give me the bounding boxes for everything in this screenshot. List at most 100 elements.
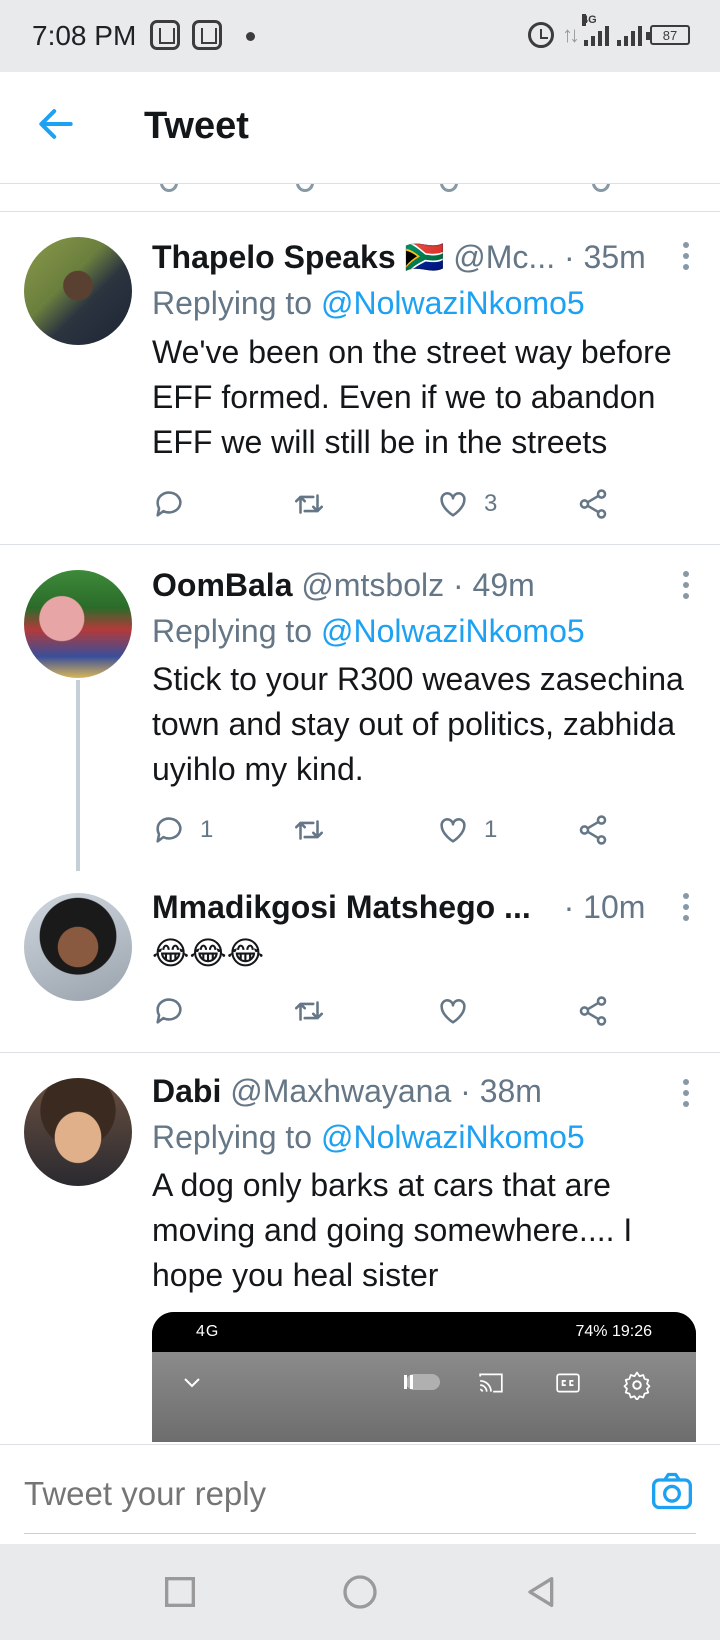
reply-button[interactable] (152, 991, 200, 1031)
app-bar: Tweet (0, 72, 720, 184)
retweet-icon (294, 1001, 324, 1021)
retweet-button[interactable] (292, 810, 340, 850)
tweet-actions: 1 1 (152, 810, 622, 850)
reply-button[interactable] (152, 484, 200, 524)
replying-handle[interactable]: @NolwaziNkomo5 (321, 1119, 585, 1155)
share-button[interactable] (576, 484, 610, 524)
like-button[interactable]: 3 (436, 484, 497, 524)
reply-icon (156, 998, 182, 1024)
retweet-button[interactable] (292, 991, 340, 1031)
retweet-icon (294, 820, 324, 840)
thread-connector (76, 680, 80, 892)
composer-underline (24, 1533, 696, 1534)
reply-icon (156, 491, 182, 517)
share-button[interactable] (576, 810, 610, 850)
battery-level: 87 (662, 27, 678, 43)
heart-icon (440, 492, 466, 517)
tweet-actions: 3 (152, 484, 622, 524)
avatar[interactable] (24, 570, 132, 678)
replying-label: Replying to (152, 285, 321, 321)
system-nav-bar (0, 1544, 720, 1640)
media-video-frame[interactable] (152, 1352, 696, 1442)
signal-icon: 4G (582, 14, 609, 46)
recents-square-icon[interactable] (160, 1572, 200, 1612)
page-title: Tweet (144, 105, 249, 147)
status-bar: 7:08 PM ↑↓ 4G 87 (0, 0, 720, 72)
more-options-icon[interactable] (682, 893, 690, 929)
author-name[interactable]: Dabi (152, 1073, 221, 1109)
tweet-text: A dog only barks at cars that are moving… (152, 1167, 633, 1293)
tweet[interactable]: Mmadikgosi Matshego ... · 10m 😂😂😂 (0, 871, 720, 1053)
tweet-header: Dabi @Maxhwayana · 38m (152, 1073, 660, 1110)
share-icon (579, 996, 607, 1026)
more-options-icon[interactable] (682, 1079, 690, 1115)
tweet-header: Mmadikgosi Matshego ... · 10m (152, 889, 660, 926)
captions-icon[interactable] (554, 1370, 582, 1396)
like-button[interactable] (436, 991, 484, 1031)
more-options-icon[interactable] (682, 571, 690, 607)
tweet[interactable]: Thapelo Speaks 🇿🇦 @Mc... · 35m Replying … (0, 212, 720, 545)
settings-gear-icon[interactable] (622, 1370, 652, 1400)
chevron-down-icon[interactable] (180, 1370, 204, 1394)
pause-toggle-icon[interactable] (398, 1370, 442, 1394)
more-notifications-dot-icon (246, 32, 255, 41)
author-name[interactable]: Thapelo Speaks (152, 239, 396, 275)
replying-handle[interactable]: @NolwaziNkomo5 (321, 285, 585, 321)
tweet[interactable]: OomBala @mtsbolz · 49m Replying to @Nolw… (0, 545, 720, 871)
author-name[interactable]: OomBala (152, 567, 292, 603)
author-meta: @mtsbolz · 49m (301, 567, 535, 603)
heart-icon (440, 818, 466, 843)
reply-input[interactable] (24, 1475, 584, 1513)
back-arrow-icon[interactable] (34, 102, 78, 146)
tweet-header: OomBala @mtsbolz · 49m (152, 567, 660, 604)
tweet-header: Thapelo Speaks 🇿🇦 @Mc... · 35m (152, 238, 660, 276)
tweet-actions (152, 991, 622, 1031)
reply-composer (0, 1444, 720, 1544)
tweet-text: 😂😂😂 (152, 935, 265, 971)
cast-icon[interactable] (476, 1370, 506, 1396)
flag-icon: 🇿🇦 (404, 239, 445, 275)
avatar[interactable] (24, 237, 132, 345)
replying-label: Replying to (152, 613, 321, 649)
replying-to: Replying to @NolwaziNkomo5 (152, 1119, 585, 1156)
share-icon (579, 815, 607, 845)
previous-tweet-actions (0, 184, 720, 212)
alarm-icon (528, 22, 554, 48)
share-button[interactable] (576, 991, 610, 1031)
author-meta: · 10m (563, 889, 646, 925)
more-options-icon[interactable] (682, 242, 690, 278)
tweet-media[interactable]: 4G 74% 19:26 (152, 1312, 696, 1442)
like-count: 1 (484, 816, 498, 843)
replying-to: Replying to @NolwaziNkomo5 (152, 613, 585, 650)
app-notification-icon (192, 20, 222, 50)
back-triangle-icon[interactable] (520, 1572, 560, 1612)
reply-button[interactable]: 1 (152, 810, 213, 850)
heart-icon (440, 999, 466, 1024)
status-time: 7:08 PM (32, 20, 137, 51)
camera-icon[interactable] (650, 1469, 694, 1513)
avatar[interactable] (24, 1078, 132, 1186)
replying-handle[interactable]: @NolwaziNkomo5 (321, 613, 585, 649)
reply-icon (156, 817, 182, 843)
app-notification-icon (150, 20, 180, 50)
author-meta: @Maxhwayana · 38m (230, 1073, 542, 1109)
avatar[interactable] (24, 893, 132, 1001)
tweet-text: Stick to your R300 weaves zasechina town… (152, 661, 684, 787)
media-status-right: 74% 19:26 (575, 1323, 652, 1340)
signal-icon (617, 24, 642, 46)
media-status-left: 4G (196, 1323, 220, 1340)
replying-to: Replying to @NolwaziNkomo5 (152, 285, 585, 322)
like-button[interactable]: 1 (436, 810, 497, 850)
author-meta: @Mc... · 35m (453, 239, 646, 275)
home-circle-icon[interactable] (340, 1572, 380, 1612)
retweet-icon (294, 494, 324, 514)
share-icon (579, 489, 607, 519)
author-name[interactable]: Mmadikgosi Matshego ... (152, 889, 531, 925)
reply-count: 1 (200, 816, 214, 843)
like-count: 3 (484, 490, 498, 517)
retweet-button[interactable] (292, 484, 340, 524)
data-arrows-icon: ↑↓ (562, 22, 580, 47)
replying-label: Replying to (152, 1119, 321, 1155)
media-status-bar: 4G 74% 19:26 (152, 1312, 696, 1352)
battery-icon: 87 (646, 25, 690, 45)
